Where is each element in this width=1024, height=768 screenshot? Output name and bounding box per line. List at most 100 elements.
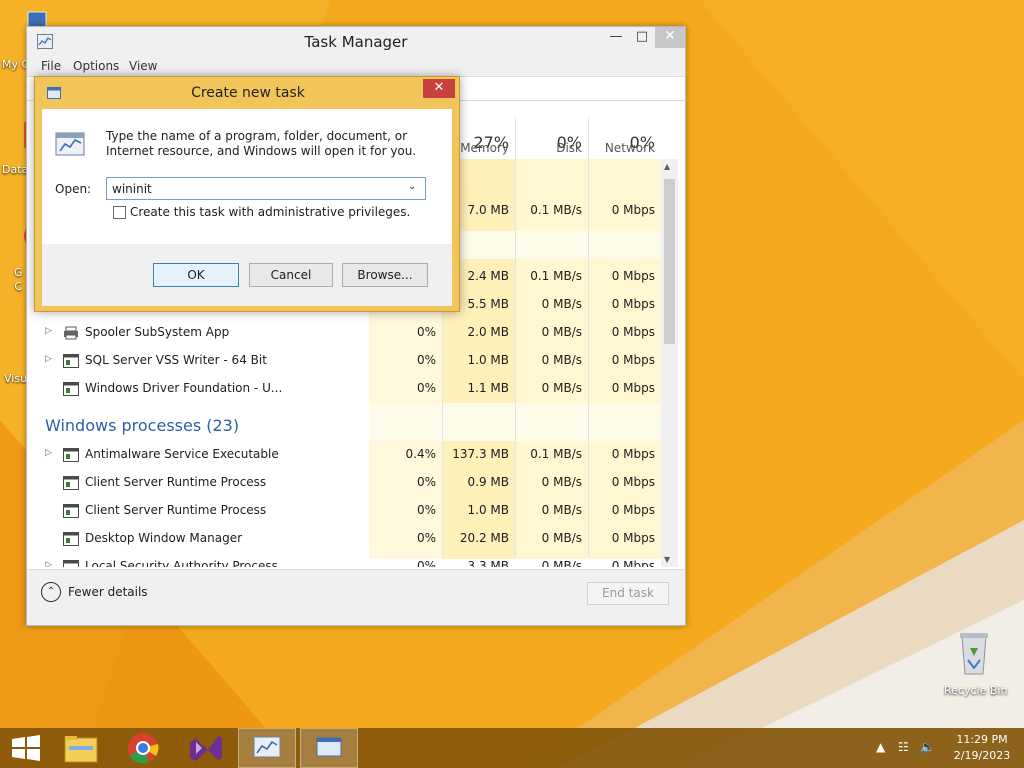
- desktop-icon-label: Data: [2, 163, 29, 176]
- network-cell: 0 Mbps: [611, 503, 655, 517]
- process-name: Client Server Runtime Process: [85, 475, 267, 489]
- memory-cell: 1.0 MB: [467, 353, 509, 367]
- show-hidden-icons[interactable]: ▲: [876, 740, 885, 754]
- footer: ⌃ Fewer details End task: [27, 569, 685, 625]
- menu-view[interactable]: View: [129, 59, 157, 73]
- title-bar[interactable]: Task Manager — □ ✕: [27, 27, 685, 57]
- process-name: SQL Server VSS Writer - 64 Bit: [85, 353, 267, 367]
- memory-cell: 137.3 MB: [452, 447, 509, 461]
- table-row[interactable]: Windows Driver Foundation - U... 0% 1.1 …: [27, 375, 661, 403]
- taskbar: ▲ ☷ 🔈 11:29 PM 2/19/2023: [0, 728, 1024, 768]
- desktop-icon-label: Recycle Bin: [944, 684, 1008, 697]
- create-new-task-dialog: Create new task ✕ Type the name of a pro…: [34, 76, 460, 312]
- clock-date: 2/19/2023: [953, 749, 1011, 762]
- taskbar-file-explorer[interactable]: [52, 728, 110, 768]
- browse-button[interactable]: Browse...: [342, 263, 428, 287]
- recycle-bin-icon: [960, 633, 988, 675]
- disk-cell: 0 MB/s: [541, 381, 582, 395]
- expand-chevron-icon[interactable]: ▷: [45, 354, 52, 364]
- cancel-button[interactable]: Cancel: [249, 263, 333, 287]
- chevron-down-icon[interactable]: ⌄: [408, 181, 416, 192]
- printer-icon: [64, 326, 78, 340]
- maximize-button[interactable]: □: [629, 27, 655, 48]
- minimize-icon: —: [609, 29, 623, 44]
- scrollbar-thumb[interactable]: [664, 179, 675, 344]
- network-icon[interactable]: ☷: [898, 740, 909, 754]
- taskbar-run-dialog[interactable]: [300, 728, 358, 768]
- start-button[interactable]: [0, 728, 58, 768]
- disk-cell: 0 MB/s: [541, 297, 582, 311]
- disk-cell: 0 MB/s: [541, 475, 582, 489]
- disk-cell: 0.1 MB/s: [530, 203, 582, 217]
- network-cell: 0 Mbps: [611, 559, 655, 567]
- expand-chevron-icon[interactable]: ▷: [45, 326, 52, 336]
- disk-cell: 0 MB/s: [541, 353, 582, 367]
- volume-icon[interactable]: 🔈: [920, 740, 935, 754]
- desktop-icon-recycle-bin[interactable]: Recycle Bin: [944, 630, 1007, 697]
- chrome-icon: [128, 733, 159, 764]
- minimize-button[interactable]: —: [603, 27, 629, 48]
- memory-cell: 20.2 MB: [459, 531, 509, 545]
- table-row[interactable]: ▷ Local Security Authority Process 0% 3.…: [27, 553, 661, 567]
- cpu-cell: 0%: [416, 381, 436, 395]
- task-manager-icon: [253, 736, 281, 758]
- table-row[interactable]: Client Server Runtime Process 0% 1.0 MB …: [27, 497, 661, 525]
- clock-time: 11:29 PM: [956, 733, 1008, 746]
- app-window-icon: [63, 504, 79, 518]
- admin-privileges-label[interactable]: Create this task with administrative pri…: [130, 205, 410, 219]
- vertical-scrollbar[interactable]: ▲ ▼: [661, 159, 678, 567]
- cpu-cell: 0%: [416, 353, 436, 367]
- ok-button[interactable]: OK: [153, 263, 239, 287]
- scroll-up-icon[interactable]: ▲: [664, 162, 670, 171]
- network-cell: 0 Mbps: [611, 447, 655, 461]
- network-column-header[interactable]: 0% Network: [588, 117, 661, 159]
- admin-privileges-checkbox[interactable]: [113, 206, 126, 219]
- dialog-title: Create new task: [191, 85, 305, 101]
- dialog-close-button[interactable]: ✕: [423, 79, 455, 98]
- app-window-icon: [63, 532, 79, 546]
- process-name: Antimalware Service Executable: [85, 447, 279, 461]
- cpu-cell: 0%: [416, 503, 436, 517]
- menu-bar: File Options View: [27, 57, 685, 77]
- disk-column-header[interactable]: 0% Disk: [515, 117, 588, 159]
- network-cell: 0 Mbps: [611, 297, 655, 311]
- taskbar-chrome[interactable]: [114, 728, 172, 768]
- table-row[interactable]: ▷ SQL Server VSS Writer - 64 Bit 0% 1.0 …: [27, 347, 661, 375]
- taskbar-visual-studio[interactable]: [176, 728, 234, 768]
- memory-cell: 3.3 MB: [467, 559, 509, 567]
- table-row[interactable]: Desktop Window Manager 0% 20.2 MB 0 MB/s…: [27, 525, 661, 553]
- close-button[interactable]: ✕: [655, 27, 685, 48]
- expand-chevron-icon[interactable]: ▷: [45, 560, 52, 567]
- table-row[interactable]: ▷ Antimalware Service Executable 0.4% 13…: [27, 441, 661, 469]
- disk-cell: 0 MB/s: [541, 503, 582, 517]
- network-cell: 0 Mbps: [611, 203, 655, 217]
- network-cell: 0 Mbps: [611, 381, 655, 395]
- maximize-icon: □: [635, 29, 649, 44]
- process-name: Local Security Authority Process: [85, 559, 278, 567]
- menu-file[interactable]: File: [41, 59, 61, 73]
- network-cell: 0 Mbps: [611, 353, 655, 367]
- folder-icon: [64, 736, 98, 763]
- memory-cell: 1.0 MB: [467, 503, 509, 517]
- cpu-cell: 0%: [416, 559, 436, 567]
- app-window-icon: [63, 354, 79, 368]
- network-label: Network: [604, 141, 655, 155]
- window-title: Task Manager: [304, 33, 408, 51]
- desktop-icon-label: Visu: [4, 372, 28, 385]
- disk-cell: 0.1 MB/s: [530, 447, 582, 461]
- menu-options[interactable]: Options: [73, 59, 119, 73]
- chevron-up-icon: ⌃: [41, 582, 61, 602]
- windows-logo-icon: [12, 735, 40, 761]
- taskbar-task-manager[interactable]: [238, 728, 296, 768]
- table-row[interactable]: ▷ Spooler SubSystem App 0% 2.0 MB 0 MB/s…: [27, 319, 661, 347]
- dialog-body: Type the name of a program, folder, docu…: [42, 109, 452, 306]
- row-clip: ▷ Local Security Authority Process 0% 3.…: [27, 553, 661, 567]
- desktop-icon-label: G C: [14, 266, 23, 293]
- scroll-down-icon[interactable]: ▼: [664, 555, 670, 564]
- fewer-details-label: Fewer details: [68, 585, 148, 599]
- open-combobox-input[interactable]: [106, 177, 426, 200]
- table-row[interactable]: Client Server Runtime Process 0% 0.9 MB …: [27, 469, 661, 497]
- expand-chevron-icon[interactable]: ▷: [45, 448, 52, 458]
- end-task-button[interactable]: End task: [587, 582, 669, 605]
- disk-cell: 0 MB/s: [541, 559, 582, 567]
